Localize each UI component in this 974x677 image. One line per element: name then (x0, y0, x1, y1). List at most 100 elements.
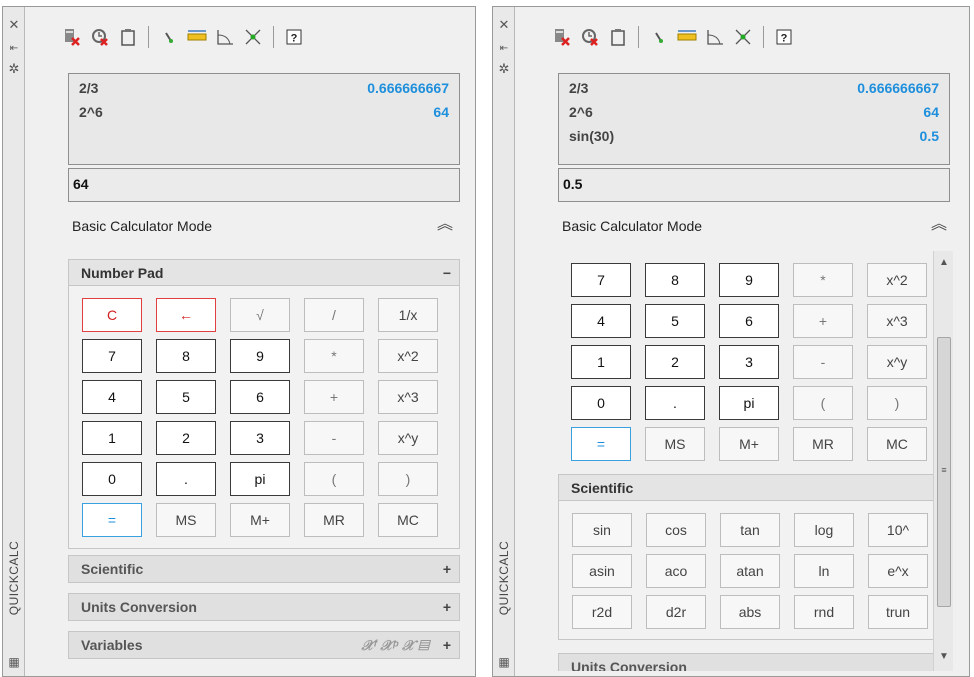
vertical-scrollbar[interactable]: ▲ ≡ ▼ (933, 251, 953, 671)
open-paren-key[interactable]: ( (793, 386, 853, 420)
clear-history-icon[interactable] (579, 26, 601, 48)
expression-input[interactable]: 64 (68, 168, 460, 202)
history-area[interactable]: 2/3 0.666666667 2^6 64 (68, 73, 460, 165)
m-plus-key[interactable]: M+ (719, 427, 779, 461)
properties-icon[interactable]: ✲ (493, 61, 515, 77)
1-key[interactable]: 1 (571, 345, 631, 379)
clear-history-icon[interactable] (89, 26, 111, 48)
decimal-key[interactable]: . (645, 386, 705, 420)
6-key[interactable]: 6 (719, 304, 779, 338)
ln-key[interactable]: ln (794, 554, 854, 588)
backspace-key[interactable]: ← (156, 298, 216, 332)
angle-icon[interactable] (704, 26, 726, 48)
0-key[interactable]: 0 (82, 462, 142, 496)
aco-key[interactable]: aco (646, 554, 706, 588)
9-key[interactable]: 9 (230, 339, 290, 373)
8-key[interactable]: 8 (645, 263, 705, 297)
scientific-header[interactable]: Scientific + (69, 556, 459, 582)
autohide-icon[interactable]: ⇤ (3, 41, 25, 57)
sin-key[interactable]: sin (572, 513, 632, 547)
expand-toggle[interactable]: + (443, 637, 451, 653)
number-pad-header[interactable]: Number Pad − (69, 260, 459, 286)
help-icon[interactable]: ? (283, 26, 305, 48)
square-key[interactable]: x^2 (867, 263, 927, 297)
mc-key[interactable]: MC (867, 427, 927, 461)
get-coordinates-icon[interactable] (158, 26, 180, 48)
divide-key[interactable]: / (304, 298, 364, 332)
ms-key[interactable]: MS (645, 427, 705, 461)
7-key[interactable]: 7 (82, 339, 142, 373)
multiply-key[interactable]: * (793, 263, 853, 297)
plus-key[interactable]: + (304, 380, 364, 414)
pi-key[interactable]: pi (230, 462, 290, 496)
2-key[interactable]: 2 (156, 421, 216, 455)
mc-key[interactable]: MC (378, 503, 438, 537)
collapse-chevron-icon[interactable]: ︽ (437, 217, 453, 233)
1-key[interactable]: 1 (82, 421, 142, 455)
angle-icon[interactable] (214, 26, 236, 48)
paste-to-command-line-icon[interactable] (117, 26, 139, 48)
tan-key[interactable]: tan (720, 513, 780, 547)
get-coordinates-icon[interactable] (648, 26, 670, 48)
units-conversion-header[interactable]: Units Conversion + (69, 594, 459, 620)
exp-key[interactable]: e^x (868, 554, 928, 588)
clear-icon[interactable] (61, 26, 83, 48)
minus-key[interactable]: - (304, 421, 364, 455)
scientific-header[interactable]: Scientific − (559, 475, 949, 501)
mr-key[interactable]: MR (793, 427, 853, 461)
cube-key[interactable]: x^3 (378, 380, 438, 414)
2-key[interactable]: 2 (645, 345, 705, 379)
intersection-icon[interactable] (732, 26, 754, 48)
units-conversion-header[interactable]: Units Conversion + (559, 654, 949, 671)
history-row[interactable]: 2/3 0.666666667 (569, 78, 939, 102)
open-paren-key[interactable]: ( (304, 462, 364, 496)
7-key[interactable]: 7 (571, 263, 631, 297)
asin-key[interactable]: asin (572, 554, 632, 588)
power-key[interactable]: x^y (378, 421, 438, 455)
help-icon[interactable]: ? (773, 26, 795, 48)
equals-key[interactable]: = (82, 503, 142, 537)
history-area[interactable]: 2/3 0.666666667 2^6 64 sin(30) 0.5 (558, 73, 950, 165)
9-key[interactable]: 9 (719, 263, 779, 297)
ms-key[interactable]: MS (156, 503, 216, 537)
paste-to-command-line-icon[interactable] (607, 26, 629, 48)
autohide-icon[interactable]: ⇤ (493, 41, 515, 57)
intersection-icon[interactable] (242, 26, 264, 48)
decimal-key[interactable]: . (156, 462, 216, 496)
5-key[interactable]: 5 (156, 380, 216, 414)
history-row[interactable]: 2^6 64 (79, 102, 449, 126)
trun-key[interactable]: trun (868, 595, 928, 629)
mr-key[interactable]: MR (304, 503, 364, 537)
distance-icon[interactable] (676, 26, 698, 48)
4-key[interactable]: 4 (82, 380, 142, 414)
3-key[interactable]: 3 (230, 421, 290, 455)
power-key[interactable]: x^y (867, 345, 927, 379)
5-key[interactable]: 5 (645, 304, 705, 338)
variable-tools-icon[interactable]: 𝒳ᶠ 𝒳ᵖ 𝒳 ▤ (361, 637, 428, 654)
expression-input[interactable]: 0.5 (558, 168, 950, 202)
log-key[interactable]: log (794, 513, 854, 547)
history-row[interactable]: sin(30) 0.5 (569, 126, 939, 150)
equals-key[interactable]: = (571, 427, 631, 461)
collapse-toggle[interactable]: − (443, 265, 451, 281)
variables-header[interactable]: Variables 𝒳ᶠ 𝒳ᵖ 𝒳 ▤ + (69, 632, 459, 658)
pi-key[interactable]: pi (719, 386, 779, 420)
cube-key[interactable]: x^3 (867, 304, 927, 338)
history-row[interactable]: 2/3 0.666666667 (79, 78, 449, 102)
0-key[interactable]: 0 (571, 386, 631, 420)
distance-icon[interactable] (186, 26, 208, 48)
sqrt-key[interactable]: √ (230, 298, 290, 332)
m-plus-key[interactable]: M+ (230, 503, 290, 537)
cos-key[interactable]: cos (646, 513, 706, 547)
close-paren-key[interactable]: ) (867, 386, 927, 420)
r2d-key[interactable]: r2d (572, 595, 632, 629)
multiply-key[interactable]: * (304, 339, 364, 373)
minus-key[interactable]: - (793, 345, 853, 379)
6-key[interactable]: 6 (230, 380, 290, 414)
d2r-key[interactable]: d2r (646, 595, 706, 629)
close-icon[interactable]: ✕ (493, 17, 515, 33)
properties-icon[interactable]: ✲ (3, 61, 25, 77)
close-paren-key[interactable]: ) (378, 462, 438, 496)
collapse-chevron-icon[interactable]: ︽ (931, 217, 947, 233)
plus-key[interactable]: + (793, 304, 853, 338)
